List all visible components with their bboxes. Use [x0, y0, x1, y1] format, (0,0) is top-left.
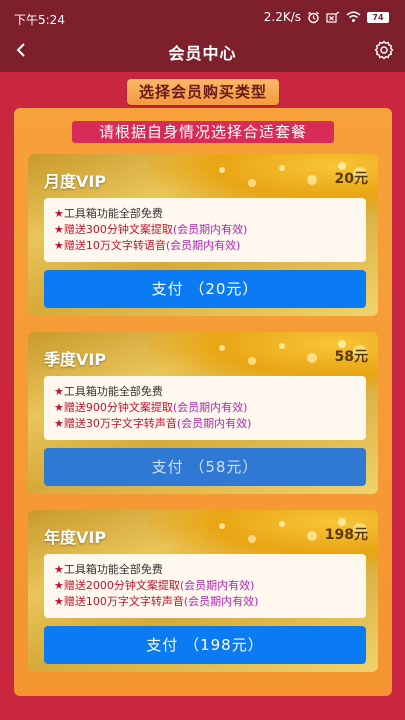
plan-name: 月度VIP [44, 172, 107, 191]
plan-price: 58元 [334, 349, 368, 365]
pay-button-monthly[interactable]: 支付 （20元） [44, 270, 366, 308]
feature-item: ★赠送10万文字转语音(会员期内有效) [54, 239, 241, 252]
wifi-icon [346, 11, 361, 22]
back-arrow-icon[interactable] [10, 38, 34, 62]
pay-button-yearly[interactable]: 支付 （198元） [44, 626, 366, 664]
feature-item: ★赠送30万字文字转声音(会员期内有效) [54, 417, 252, 430]
plan-name: 季度VIP [44, 350, 107, 369]
feature-item: ★工具箱功能全部免费 [54, 385, 163, 398]
purchase-type-heading: 选择会员购买类型 [127, 79, 279, 105]
battery-icon: 74 [367, 11, 389, 23]
plan-card-yearly: 年度VIP 198元 ★工具箱功能全部免费 ★赠送2000分钟文案提取(会员期内… [28, 510, 378, 672]
gear-icon[interactable] [374, 40, 394, 60]
nav-bar: 会员中心 [0, 34, 405, 70]
feature-item: ★赠送900分钟文案提取(会员期内有效) [54, 401, 248, 414]
feature-item: ★赠送2000分钟文案提取(会员期内有效) [54, 579, 255, 592]
plan-name: 年度VIP [44, 528, 107, 547]
plan-features: ★工具箱功能全部免费 ★赠送2000分钟文案提取(会员期内有效) ★赠送100万… [44, 554, 366, 618]
plan-card-monthly: 月度VIP 20元 ★工具箱功能全部免费 ★赠送300分钟文案提取(会员期内有效… [28, 154, 378, 316]
plan-price: 198元 [324, 527, 368, 543]
alarm-icon [308, 11, 319, 23]
plan-features: ★工具箱功能全部免费 ★赠送300分钟文案提取(会员期内有效) ★赠送10万文字… [44, 198, 366, 262]
app-header: 下午5:24 2.2K/s 74 会员中心 [0, 0, 405, 72]
feature-item: ★工具箱功能全部免费 [54, 207, 163, 220]
feature-item: ★赠送100万字文字转声音(会员期内有效) [54, 595, 259, 608]
page-title: 会员中心 [168, 44, 237, 63]
pay-button-quarterly[interactable]: 支付 （58元） [44, 448, 366, 486]
plan-price: 20元 [334, 171, 368, 187]
status-bar: 下午5:24 2.2K/s 74 [0, 0, 405, 34]
plan-hint-banner: 请根据自身情况选择合适套餐 [72, 121, 334, 143]
signal-x-icon [326, 11, 340, 23]
plan-card-quarterly: 季度VIP 58元 ★工具箱功能全部免费 ★赠送900分钟文案提取(会员期内有效… [28, 332, 378, 494]
status-icons: 2.2K/s 74 [264, 10, 389, 24]
plan-features: ★工具箱功能全部免费 ★赠送900分钟文案提取(会员期内有效) ★赠送30万字文… [44, 376, 366, 440]
feature-item: ★赠送300分钟文案提取(会员期内有效) [54, 223, 248, 236]
network-speed: 2.2K/s [263, 10, 301, 24]
feature-item: ★工具箱功能全部免费 [54, 563, 163, 576]
status-time: 下午5:24 [14, 13, 65, 27]
